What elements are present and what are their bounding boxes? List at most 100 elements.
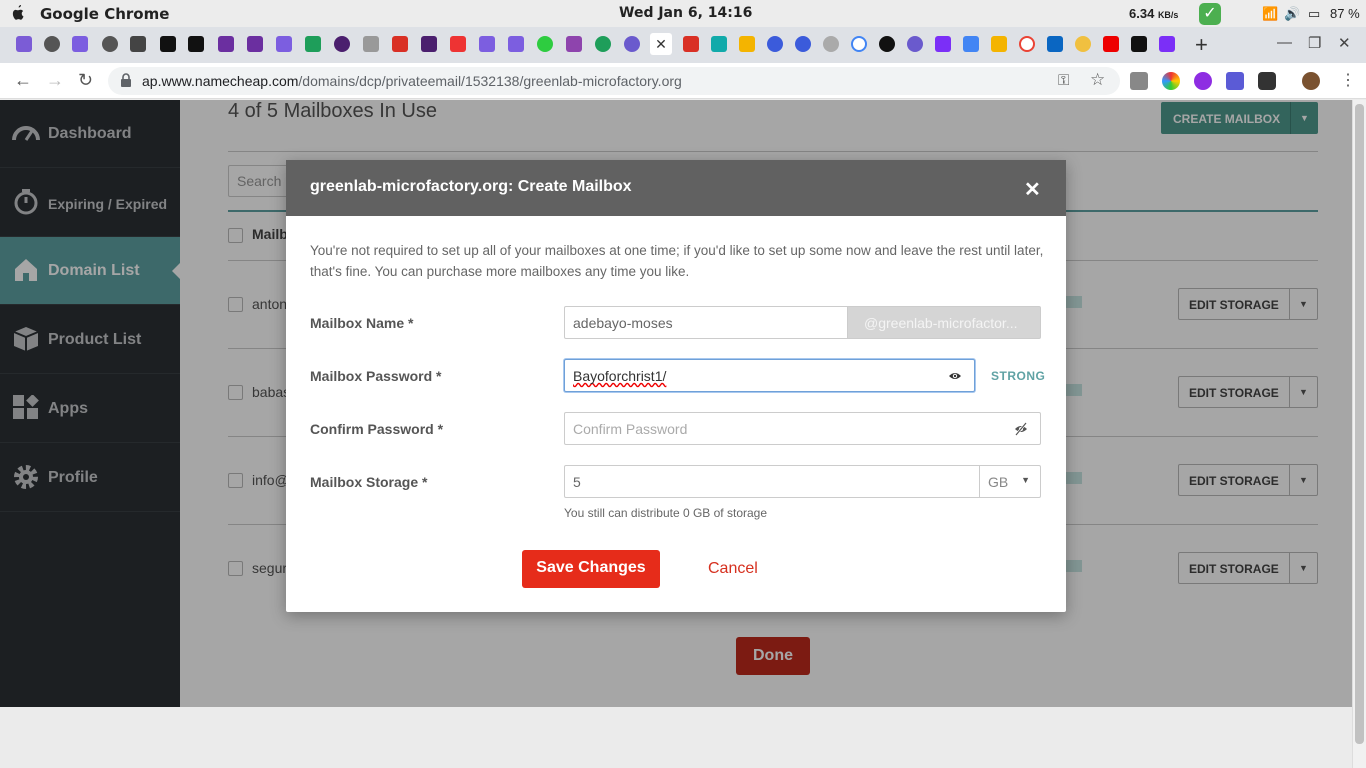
tab-icon[interactable] bbox=[1019, 36, 1035, 52]
reload-icon[interactable]: ↻ bbox=[78, 70, 93, 91]
tab-icon[interactable] bbox=[421, 36, 437, 52]
tab-icon[interactable] bbox=[130, 36, 146, 52]
app-name[interactable]: Google Chrome bbox=[40, 5, 169, 23]
wifi-icon[interactable]: 📶 bbox=[1262, 6, 1278, 22]
tab-icon[interactable] bbox=[363, 36, 379, 52]
menu-kebab-icon[interactable]: ⋮ bbox=[1340, 70, 1356, 90]
extension-icon[interactable] bbox=[1258, 72, 1276, 90]
net-speed-value: 6.34 bbox=[1129, 6, 1155, 21]
lock-icon[interactable] bbox=[120, 73, 132, 87]
tab-icon[interactable] bbox=[1047, 36, 1063, 52]
domain-suffix: @greenlab-microfactor... bbox=[847, 306, 1041, 339]
extension-icon[interactable] bbox=[1162, 72, 1180, 90]
minimize-icon[interactable]: — bbox=[1277, 34, 1292, 51]
mailbox-name-label: Mailbox Name * bbox=[310, 315, 414, 331]
key-icon[interactable]: ⚿ bbox=[1058, 72, 1069, 89]
dialog-intro-text: You're not required to set up all of you… bbox=[310, 243, 1044, 279]
confirm-password-label: Confirm Password * bbox=[310, 421, 444, 437]
mailbox-password-label: Mailbox Password * bbox=[310, 368, 442, 384]
tab-icon[interactable] bbox=[1075, 36, 1091, 52]
tab-icon[interactable] bbox=[102, 36, 118, 52]
tab-icon[interactable] bbox=[991, 36, 1007, 52]
mailbox-storage-input[interactable]: 5 bbox=[564, 465, 980, 498]
dialog-title: greenlab-microfactory.org: Create Mailbo… bbox=[310, 178, 632, 195]
volume-icon[interactable]: 🔊 bbox=[1284, 6, 1300, 22]
close-tab-icon[interactable]: ✕ bbox=[650, 33, 672, 55]
extension-icon[interactable] bbox=[1130, 72, 1148, 90]
tab-icon[interactable] bbox=[276, 36, 292, 52]
tab-icon[interactable] bbox=[218, 36, 234, 52]
forward-icon[interactable]: → bbox=[46, 70, 64, 91]
tab-icon[interactable] bbox=[935, 36, 951, 52]
mailbox-password-value: Bayoforchrist1/ bbox=[573, 368, 667, 384]
url-domain: ap.www.namecheap.com bbox=[142, 73, 299, 89]
net-speed-unit: KB/s bbox=[1157, 10, 1179, 20]
tab-icon[interactable] bbox=[450, 36, 466, 52]
url-text[interactable]: ap.www.namecheap.com/domains/dcp/private… bbox=[142, 73, 682, 89]
tab-icon[interactable] bbox=[334, 36, 350, 52]
tab-icon[interactable] bbox=[963, 36, 979, 52]
check-icon[interactable]: ✓ bbox=[1199, 3, 1221, 25]
mailbox-name-value: adebayo-moses bbox=[573, 315, 673, 331]
close-icon[interactable]: ✕ bbox=[1024, 177, 1041, 202]
tab-icon[interactable] bbox=[795, 36, 811, 52]
tab-icon[interactable] bbox=[305, 36, 321, 52]
clock[interactable]: Wed Jan 6, 14:16 bbox=[619, 5, 752, 21]
mailbox-storage-value: 5 bbox=[573, 474, 581, 490]
net-speed: 6.34 KB/s bbox=[1129, 6, 1178, 21]
tab-icon[interactable] bbox=[739, 36, 755, 52]
download-icon[interactable] bbox=[1159, 36, 1175, 52]
tab-icon[interactable] bbox=[508, 36, 524, 52]
bookmark-star-icon[interactable]: ☆ bbox=[1090, 70, 1105, 90]
avatar[interactable] bbox=[1302, 72, 1320, 90]
storage-unit-select[interactable]: GB ▼ bbox=[979, 465, 1041, 498]
storage-help-text: You still can distribute 0 GB of storage bbox=[564, 506, 768, 520]
tab-icon[interactable] bbox=[392, 36, 408, 52]
eye-icon[interactable] bbox=[948, 369, 962, 383]
save-changes-button[interactable]: Save Changes bbox=[522, 550, 660, 588]
mailbox-storage-label: Mailbox Storage * bbox=[310, 474, 428, 490]
tab-icon[interactable] bbox=[537, 36, 553, 52]
new-tab-icon[interactable]: + bbox=[1195, 32, 1208, 58]
tab-icon[interactable] bbox=[188, 36, 204, 52]
tab-icon[interactable] bbox=[72, 36, 88, 52]
scrollbar-thumb[interactable] bbox=[1355, 104, 1364, 744]
tab-icon[interactable] bbox=[624, 36, 640, 52]
dialog-header: greenlab-microfactory.org: Create Mailbo… bbox=[286, 160, 1066, 216]
chevron-down-icon: ▼ bbox=[1021, 475, 1030, 485]
apple-icon[interactable] bbox=[10, 4, 26, 22]
back-icon[interactable]: ← bbox=[14, 70, 32, 91]
extension-icon[interactable] bbox=[1226, 72, 1244, 90]
tab-icon[interactable] bbox=[711, 36, 727, 52]
tab-icon[interactable] bbox=[683, 36, 699, 52]
scrollbar[interactable] bbox=[1352, 100, 1366, 768]
address-bar[interactable]: ap.www.namecheap.com/domains/dcp/private… bbox=[108, 67, 1120, 95]
tab-icon[interactable] bbox=[907, 36, 923, 52]
tab-icon[interactable] bbox=[595, 36, 611, 52]
restore-icon[interactable]: ❐ bbox=[1308, 34, 1321, 52]
extension-icon[interactable] bbox=[1194, 72, 1212, 90]
page-footer bbox=[0, 707, 1352, 768]
tab-icon[interactable] bbox=[767, 36, 783, 52]
tab-icon[interactable] bbox=[44, 36, 60, 52]
eye-slash-icon[interactable] bbox=[1014, 422, 1028, 436]
tab-icon[interactable] bbox=[1103, 36, 1119, 52]
mailbox-name-input[interactable]: adebayo-moses bbox=[564, 306, 848, 339]
tab-icon[interactable] bbox=[160, 36, 176, 52]
tab-icon[interactable] bbox=[851, 36, 867, 52]
tab-icon[interactable] bbox=[566, 36, 582, 52]
tab-icon[interactable] bbox=[1131, 36, 1147, 52]
create-mailbox-dialog: greenlab-microfactory.org: Create Mailbo… bbox=[286, 160, 1066, 612]
battery-icon[interactable]: ▭ bbox=[1308, 6, 1320, 22]
os-top-bar: Google Chrome Wed Jan 6, 14:16 6.34 KB/s… bbox=[0, 0, 1366, 27]
confirm-password-input[interactable]: Confirm Password bbox=[564, 412, 1041, 445]
tab-icon[interactable] bbox=[479, 36, 495, 52]
cancel-link[interactable]: Cancel bbox=[708, 560, 758, 578]
tab-icon[interactable] bbox=[823, 36, 839, 52]
window-close-icon[interactable]: ✕ bbox=[1338, 34, 1351, 52]
tab-icon[interactable] bbox=[247, 36, 263, 52]
tab-icon[interactable] bbox=[879, 36, 895, 52]
mailbox-password-input[interactable]: Bayoforchrist1/ bbox=[564, 359, 975, 392]
tab-icon[interactable] bbox=[16, 36, 32, 52]
tab-strip: ✕ + — ❐ ✕ bbox=[0, 27, 1366, 63]
